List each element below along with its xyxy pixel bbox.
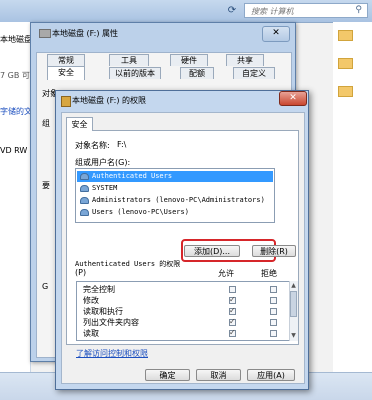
folder-icon[interactable] bbox=[338, 86, 353, 97]
list-item[interactable]: SYSTEM bbox=[77, 183, 273, 194]
tab-sharing[interactable]: 共享 bbox=[226, 54, 264, 66]
search-box[interactable]: ⚲ bbox=[244, 3, 368, 18]
permission-name: 列出文件夹内容 bbox=[83, 318, 139, 327]
table-row: 读取 bbox=[83, 327, 283, 339]
tab-security[interactable]: 安全 bbox=[47, 66, 85, 80]
props-required-fragment: 要 bbox=[42, 181, 50, 190]
group-name: Users (lenovo-PC\Users) bbox=[92, 208, 189, 216]
table-row: 修改 bbox=[83, 294, 283, 306]
allow-checkbox[interactable] bbox=[229, 305, 236, 316]
tab-hardware[interactable]: 硬件 bbox=[170, 54, 208, 66]
deny-checkbox[interactable] bbox=[270, 286, 277, 293]
table-row: 读取和执行 bbox=[83, 305, 283, 317]
permissions-for-label: Authenticated Users 的权限 bbox=[75, 260, 181, 268]
group-list[interactable]: Authenticated Users SYSTEM Administrator… bbox=[75, 168, 275, 223]
search-icon[interactable]: ⚲ bbox=[355, 5, 362, 15]
cancel-button[interactable]: 取消 bbox=[196, 369, 241, 381]
permissions-table: 完全控制 修改 读取和执行 列出文件夹内容 读取 bbox=[76, 281, 298, 341]
deny-checkbox[interactable] bbox=[270, 330, 277, 337]
tab-previous-versions[interactable]: 以前的版本 bbox=[109, 67, 161, 79]
deny-checkbox[interactable] bbox=[270, 319, 277, 326]
explorer-right-pane bbox=[333, 22, 372, 399]
access-control-help-link[interactable]: 了解访问控制和权限 bbox=[76, 348, 148, 359]
group-list-label: 组或用户名(G): bbox=[75, 158, 131, 167]
remove-button[interactable]: 删除(R) bbox=[252, 245, 296, 257]
ok-button[interactable]: 确定 bbox=[145, 369, 190, 381]
group-name: Authenticated Users bbox=[92, 172, 173, 180]
allow-checkbox[interactable] bbox=[229, 327, 236, 338]
tab-perm-security[interactable]: 安全 bbox=[66, 117, 93, 131]
permissions-dialog-title: 本地磁盘 (F:) 的权限 bbox=[72, 96, 147, 105]
object-name-label: 对象名称: bbox=[75, 141, 110, 150]
props-g-fragment: G bbox=[42, 282, 49, 291]
table-row: 完全控制 bbox=[83, 284, 283, 295]
properties-close-button[interactable]: ✕ bbox=[262, 26, 290, 42]
group-name: SYSTEM bbox=[92, 184, 118, 192]
refresh-icon[interactable]: ⟳ bbox=[225, 4, 239, 18]
list-item[interactable]: Users (lenovo-PC\Users) bbox=[77, 207, 273, 218]
nav-item-storage[interactable]: 字储的文 bbox=[0, 106, 32, 117]
tab-quota[interactable]: 配额 bbox=[180, 67, 214, 79]
list-item[interactable]: Administrators (lenovo-PC\Administrators… bbox=[77, 195, 273, 206]
permission-name: 读取和执行 bbox=[83, 307, 123, 316]
folder-icon[interactable] bbox=[338, 30, 353, 41]
allow-checkbox[interactable] bbox=[229, 294, 236, 305]
apply-button[interactable]: 应用(A) bbox=[247, 369, 295, 381]
permissions-for-label-key: (P) bbox=[75, 268, 87, 277]
permission-name: 完全控制 bbox=[83, 285, 115, 294]
deny-checkbox[interactable] bbox=[270, 297, 277, 304]
permissions-close-button[interactable]: ✕ bbox=[279, 91, 307, 106]
deny-checkbox[interactable] bbox=[270, 308, 277, 315]
users-icon bbox=[80, 173, 89, 180]
nav-item-dvd[interactable]: VD RW bbox=[0, 146, 27, 155]
add-button[interactable]: 添加(D)... bbox=[184, 245, 240, 257]
props-group-fragment: 组 bbox=[42, 119, 50, 128]
tab-tools[interactable]: 工具 bbox=[109, 54, 149, 66]
group-name: Administrators (lenovo-PC\Administrators… bbox=[92, 196, 265, 204]
users-icon bbox=[80, 209, 89, 216]
table-row: 列出文件夹内容 bbox=[83, 316, 283, 328]
tab-general[interactable]: 常规 bbox=[47, 54, 85, 66]
deny-column-header: 拒绝 bbox=[261, 269, 277, 278]
tab-customize[interactable]: 自定义 bbox=[233, 67, 275, 79]
search-input[interactable] bbox=[251, 5, 355, 17]
allow-column-header: 允许 bbox=[218, 269, 234, 278]
list-item[interactable]: Authenticated Users bbox=[77, 171, 273, 182]
folder-icon[interactable] bbox=[338, 58, 353, 69]
allow-checkbox[interactable] bbox=[229, 316, 236, 327]
users-icon bbox=[80, 185, 89, 192]
scroll-down-icon[interactable]: ▼ bbox=[290, 332, 297, 340]
users-icon bbox=[80, 197, 89, 204]
lock-folder-icon bbox=[61, 96, 71, 107]
nav-item-local-disk[interactable]: 本地磁盘 bbox=[0, 34, 32, 45]
scroll-thumb[interactable] bbox=[290, 291, 297, 317]
properties-dialog-title: 本地磁盘 (F:) 属性 bbox=[52, 29, 119, 38]
object-name-value: F:\ bbox=[117, 140, 127, 149]
drive-icon bbox=[39, 29, 51, 38]
permission-name: 读取 bbox=[83, 329, 99, 338]
permission-name: 修改 bbox=[83, 296, 99, 305]
scroll-up-icon[interactable]: ▲ bbox=[290, 282, 297, 290]
allow-checkbox[interactable] bbox=[229, 286, 236, 293]
